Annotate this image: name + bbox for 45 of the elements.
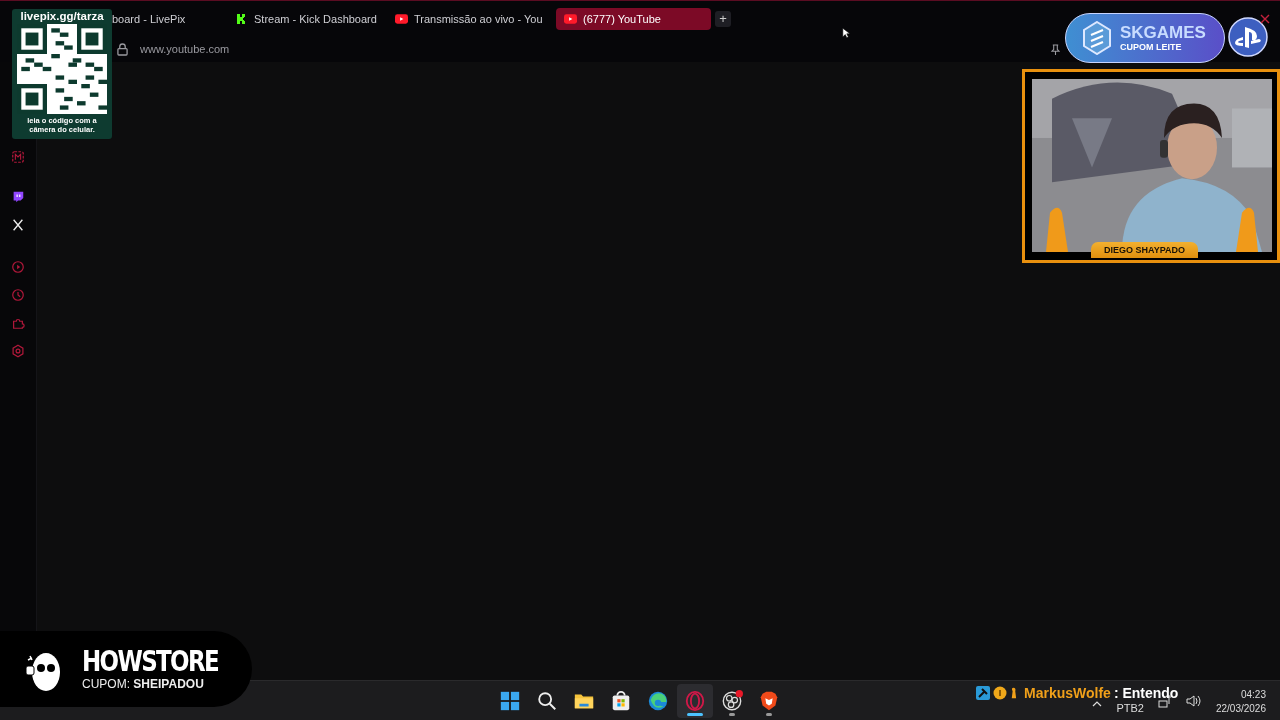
sponsor-coupon: CUPOM: SHEIPADOU — [82, 677, 205, 691]
streamer-name-plate: DIEGO SHAYPADO — [1091, 242, 1199, 258]
taskbar-app[interactable] — [677, 684, 713, 718]
clock-time[interactable]: 04:23 — [1240, 688, 1266, 700]
sponsor-title: SKGAMES — [1120, 24, 1206, 42]
browser-tab[interactable]: (6777) YouTube — [556, 7, 711, 30]
play-logo-icon — [395, 13, 408, 24]
clock-date[interactable]: 22/03/2026 — [1215, 702, 1266, 714]
kick-logo-icon — [236, 12, 248, 25]
ring-logo-icon — [684, 690, 706, 712]
search-icon — [536, 690, 558, 712]
browser-tab[interactable]: board - LivePix — [112, 7, 224, 30]
obs-logo-icon — [721, 690, 743, 712]
x-logo-icon[interactable] — [11, 218, 25, 232]
new-tab-button[interactable]: + — [715, 10, 731, 27]
windows-logo-icon — [499, 690, 521, 712]
edge-logo-icon — [647, 690, 669, 712]
hammer-badge-icon — [976, 686, 990, 700]
browser-tab[interactable]: Transmissão ao vivo - You — [387, 7, 552, 30]
lock-icon — [117, 42, 128, 56]
settings-icon[interactable] — [11, 344, 25, 358]
close-icon[interactable] — [1260, 14, 1270, 24]
chevron-up-icon[interactable] — [1092, 701, 1103, 707]
twitch-icon[interactable] — [11, 190, 25, 204]
lion-logo-icon — [758, 690, 780, 712]
browser-tab[interactable]: Stream - Kick Dashboard — [228, 7, 383, 30]
chat-username: MarkusWolfe — [1024, 685, 1111, 701]
hexagon-logo-icon — [1082, 21, 1112, 55]
pin-icon[interactable] — [1051, 43, 1060, 55]
messenger-icon[interactable] — [11, 150, 25, 164]
url-field[interactable]: www.youtube.com — [140, 43, 1039, 55]
puzzle-icon[interactable] — [11, 316, 25, 330]
shopping-bag-icon — [610, 690, 632, 712]
sponsor-coupon: CUPOM LEITE — [1120, 42, 1182, 52]
coin-badge-icon — [993, 686, 1007, 700]
speaker-icon[interactable] — [1185, 694, 1202, 708]
player-icon[interactable] — [11, 260, 25, 274]
language-indicator[interactable]: PTB2 — [1116, 702, 1144, 714]
qr-title: livepix.gg/tarza — [20, 10, 104, 22]
figure-badge-icon — [1010, 686, 1017, 700]
play-logo-icon — [564, 13, 577, 24]
chat-message: : Entendo — [1113, 685, 1179, 701]
controller-logo-icon — [1228, 17, 1268, 57]
sponsor-title: HOWSTORE — [82, 647, 219, 677]
clock-icon[interactable] — [11, 288, 25, 302]
